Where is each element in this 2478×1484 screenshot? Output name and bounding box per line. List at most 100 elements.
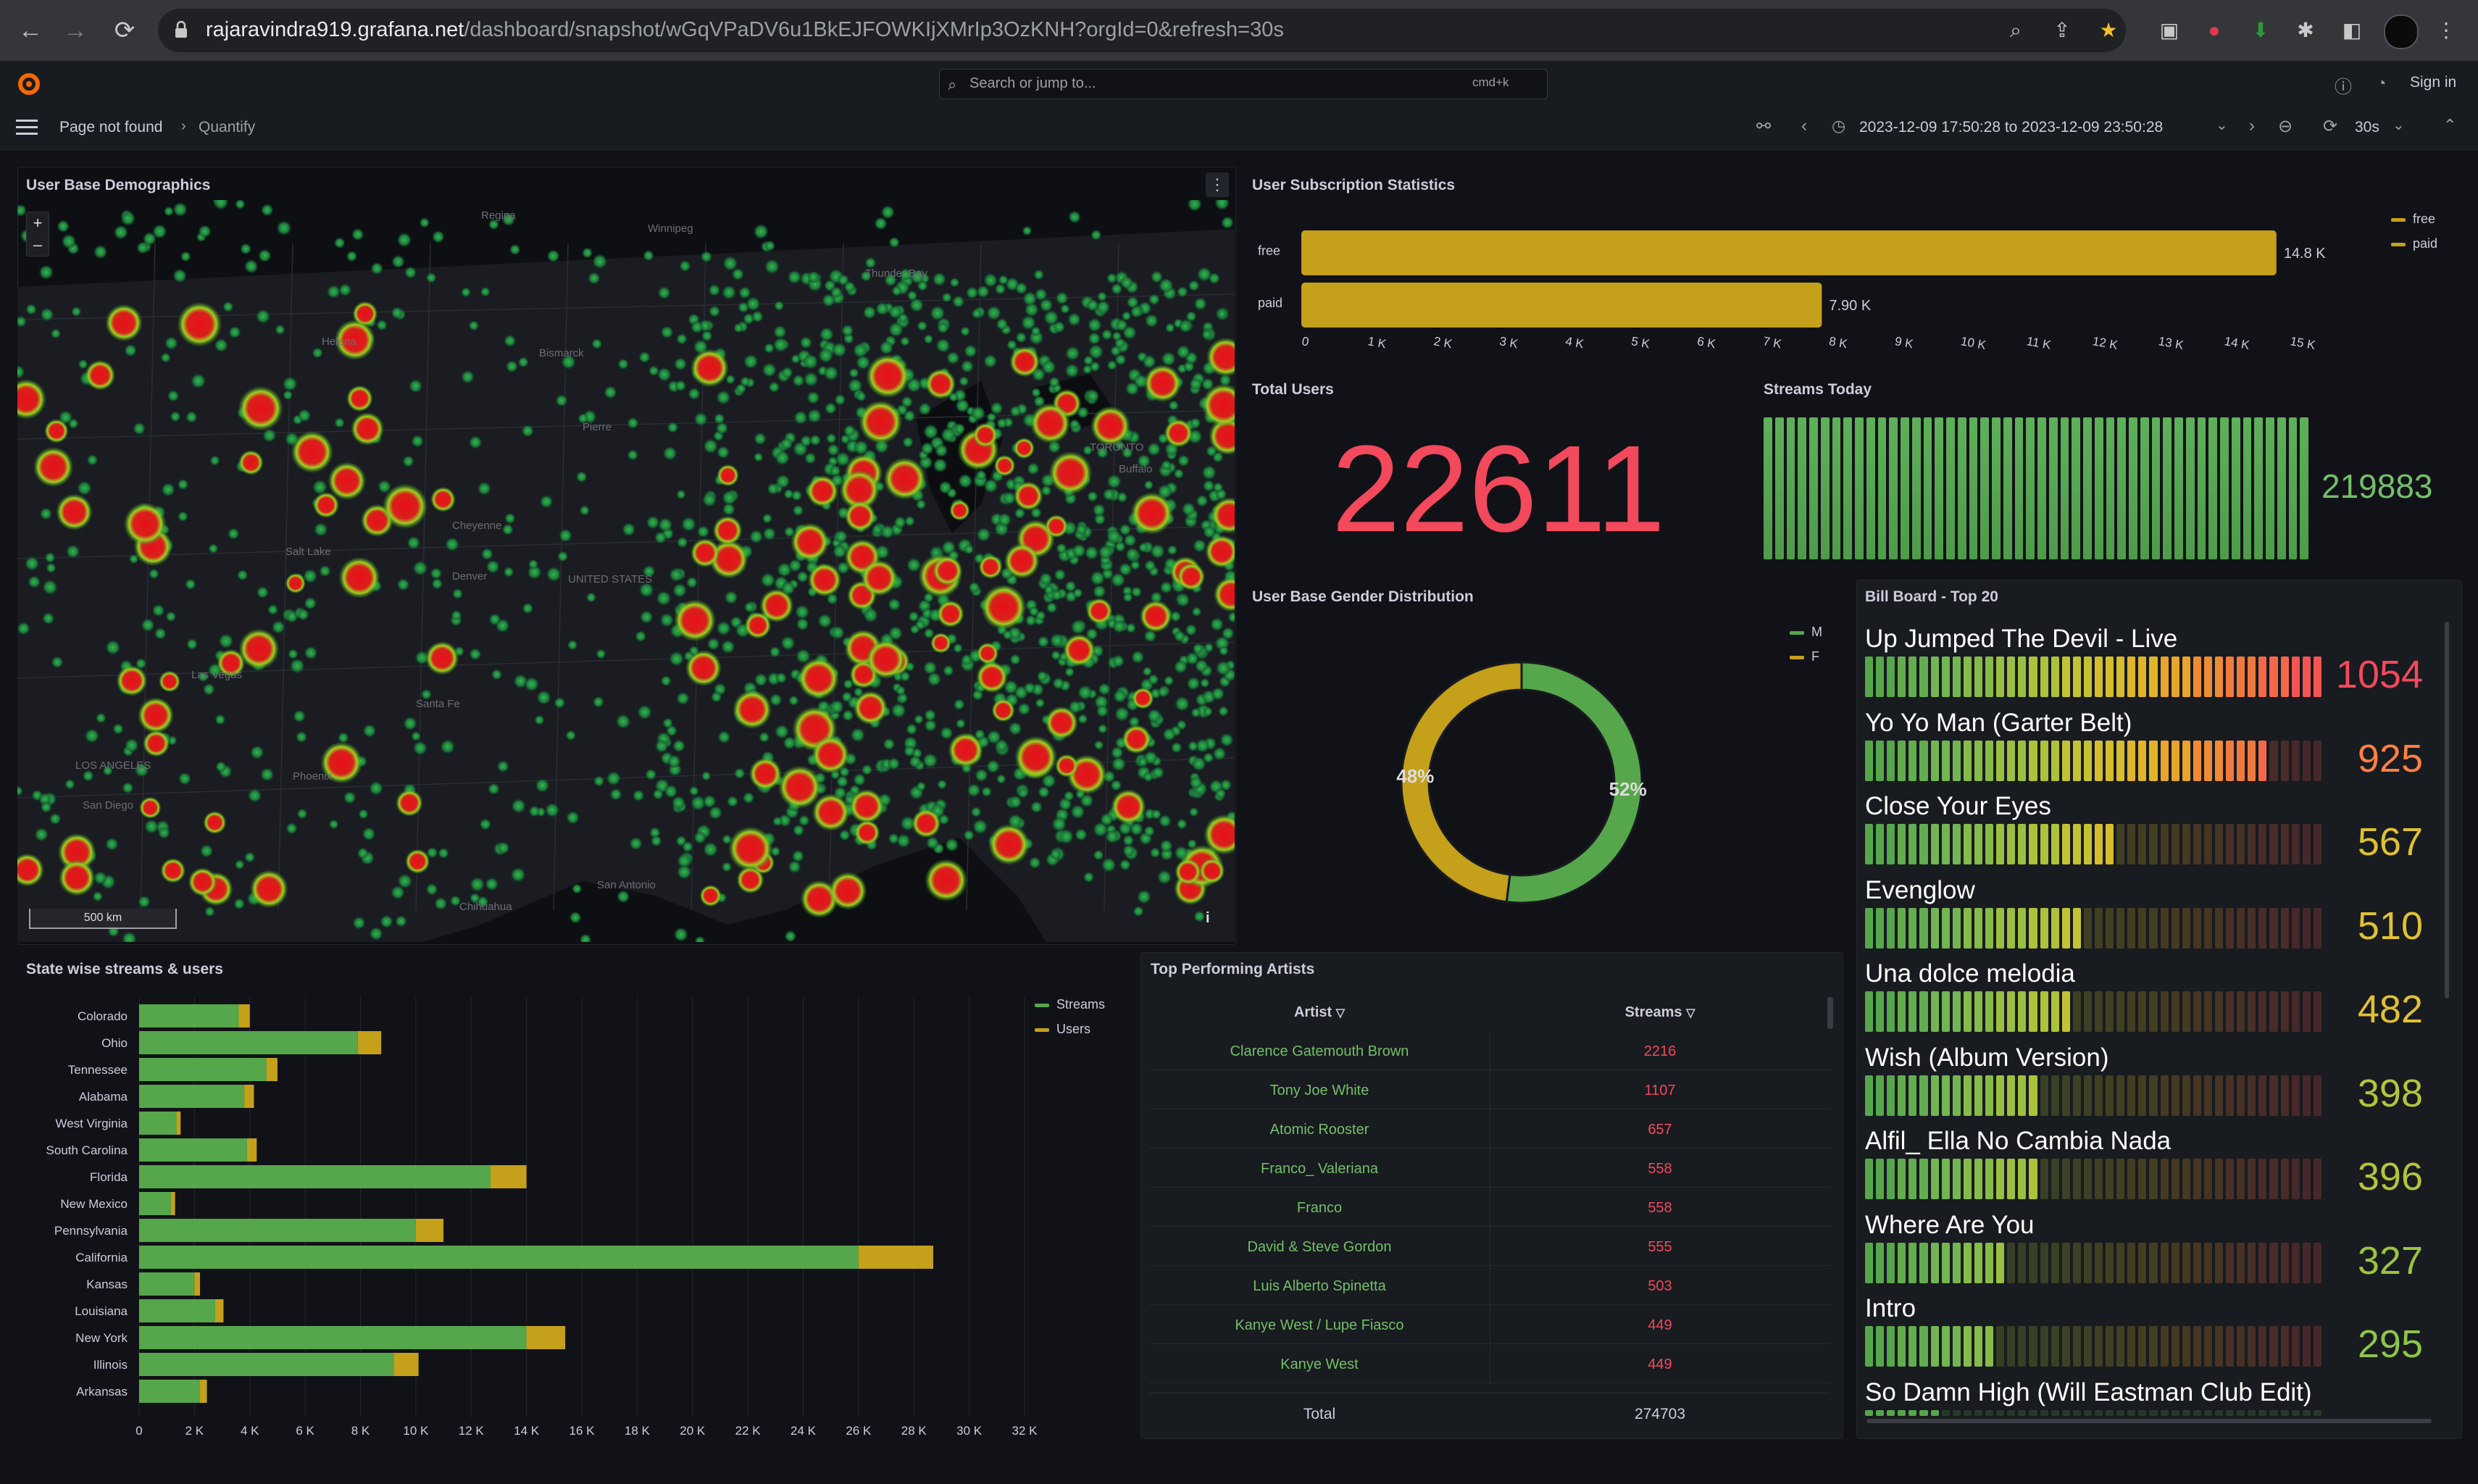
state-bar-users[interactable]	[357, 1031, 382, 1054]
gauge-segment	[2226, 991, 2235, 1032]
zoom-out-icon[interactable]: ⊖	[2278, 116, 2293, 137]
state-bar-streams[interactable]	[139, 1165, 491, 1188]
zoom-icon[interactable]: ⌕	[2001, 16, 2030, 45]
state-bar-users[interactable]	[244, 1085, 254, 1108]
state-bar-streams[interactable]	[139, 1138, 247, 1162]
profile-avatar[interactable]	[2384, 14, 2419, 49]
table-row[interactable]: Tony Joe White 1107	[1149, 1071, 1830, 1109]
state-bar-streams[interactable]	[139, 1031, 358, 1054]
billboard-scrollbar[interactable]	[2445, 622, 2449, 999]
table-row[interactable]: Franco 558	[1149, 1188, 1830, 1227]
gauge-segment	[2051, 1242, 2059, 1283]
sidepanel-icon[interactable]: ◧	[2337, 16, 2366, 45]
filter-icon[interactable]: ▽	[1686, 1007, 1695, 1020]
url-text[interactable]: rajaravindra919.grafana.net/dashboard/sn…	[206, 18, 1284, 42]
map-hotspot	[177, 301, 222, 347]
table-row[interactable]: Luis Alberto Spinetta 503	[1149, 1267, 1830, 1305]
subscription-bar-paid[interactable]	[1301, 283, 1822, 328]
time-back-icon[interactable]: ‹	[1801, 116, 1807, 136]
gauge-segment	[2072, 824, 2081, 864]
state-bar-streams[interactable]	[139, 1004, 239, 1027]
state-bar-users[interactable]	[490, 1165, 527, 1188]
zoom-out-button[interactable]: –	[27, 234, 49, 256]
zoom-in-button[interactable]: +	[27, 212, 49, 234]
state-bar-users[interactable]	[266, 1058, 278, 1081]
refresh-chevron-icon[interactable]: ⌄	[2393, 116, 2405, 134]
breadcrumb-dashboard[interactable]: Quantify	[199, 119, 255, 136]
link-icon[interactable]: ⚯	[1756, 116, 1771, 137]
column-header-artist[interactable]: Artist ▽	[1149, 1004, 1490, 1021]
subscription-bar-free[interactable]	[1301, 230, 2277, 275]
share-icon[interactable]: ⇪	[2048, 16, 2077, 45]
state-bar-users[interactable]	[215, 1299, 224, 1322]
map-info-button[interactable]: i	[1206, 910, 1210, 927]
table-row[interactable]: Atomic Rooster 657	[1149, 1110, 1830, 1149]
state-bar-streams[interactable]	[139, 1353, 394, 1376]
table-row[interactable]: Kanye West 449	[1149, 1345, 1830, 1383]
filter-icon[interactable]: ▽	[1336, 1007, 1345, 1020]
gauge-segment	[2203, 1326, 2212, 1367]
column-header-streams[interactable]: Streams ▽	[1490, 1004, 1830, 1021]
table-row[interactable]: David & Steve Gordon 555	[1149, 1227, 1830, 1266]
help-icon[interactable]: ⓘ	[2335, 72, 2352, 98]
map-point	[178, 772, 192, 785]
extension-adblock-icon[interactable]: ●	[2200, 16, 2229, 45]
map-hotspot	[285, 572, 306, 594]
sign-in-link[interactable]: Sign in	[2410, 74, 2456, 91]
forward-icon[interactable]: →	[59, 14, 91, 46]
state-bar-users[interactable]	[393, 1353, 419, 1376]
state-bar-users[interactable]	[200, 1380, 207, 1403]
map-point	[875, 301, 890, 316]
refresh-icon[interactable]: ⟳	[2323, 116, 2337, 137]
gauge-segment	[1952, 907, 1961, 949]
star-icon[interactable]: ★	[2094, 16, 2123, 45]
state-bar-streams[interactable]	[139, 1085, 245, 1108]
breadcrumb-page[interactable]: Page not found	[59, 119, 162, 136]
artists-scrollbar[interactable]	[1827, 997, 1833, 1029]
map-point	[830, 625, 846, 641]
time-forward-icon[interactable]: ›	[2249, 116, 2255, 136]
state-bar-users[interactable]	[526, 1326, 566, 1349]
panel-menu-icon[interactable]: ⋮	[1206, 172, 1229, 197]
state-bar-streams[interactable]	[139, 1272, 195, 1296]
state-bar-streams[interactable]	[139, 1192, 171, 1215]
state-bar-users[interactable]	[415, 1219, 444, 1242]
menu-icon[interactable]	[16, 117, 41, 138]
state-bar-streams[interactable]	[139, 1380, 201, 1403]
rss-icon[interactable]: ◔	[2377, 74, 2386, 93]
extension-download-icon[interactable]: ⬇	[2246, 16, 2275, 45]
state-bar-users[interactable]	[170, 1192, 175, 1215]
state-bar-users[interactable]	[176, 1112, 181, 1135]
time-range-picker[interactable]: 2023-12-09 17:50:28 to 2023-12-09 23:50:…	[1859, 119, 2163, 136]
gauge-segment	[1908, 1409, 1917, 1416]
state-bar-streams[interactable]	[139, 1299, 216, 1322]
billboard-hscrollbar[interactable]	[1866, 1419, 2432, 1423]
time-range-chevron-icon[interactable]: ⌄	[2216, 116, 2228, 134]
extensions-puzzle-icon[interactable]: ✱	[2291, 16, 2320, 45]
gauge-segment	[2269, 740, 2278, 781]
table-row[interactable]: Clarence Gatemouth Brown 2216	[1149, 1032, 1830, 1070]
gauge-segment	[2037, 417, 2046, 559]
state-bar-users[interactable]	[858, 1246, 933, 1269]
gauge-segment	[1908, 907, 1917, 949]
state-bar-users[interactable]	[194, 1272, 201, 1296]
collapse-icon[interactable]: ⌃	[2443, 116, 2456, 135]
back-icon[interactable]: ←	[14, 14, 46, 46]
state-bar-streams[interactable]	[139, 1219, 416, 1242]
reload-icon[interactable]: ⟳	[109, 14, 141, 46]
table-row[interactable]: Kanye West / Lupe Fiasco 449	[1149, 1306, 1830, 1344]
state-bar-streams[interactable]	[139, 1326, 527, 1349]
state-bar-streams[interactable]	[139, 1112, 177, 1135]
grafana-logo-icon[interactable]	[14, 70, 43, 99]
refresh-interval[interactable]: 30s	[2355, 119, 2379, 136]
table-row[interactable]: Franco_ Valeriana 558	[1149, 1149, 1830, 1188]
state-bar-users[interactable]	[246, 1138, 257, 1162]
map-hotspot	[728, 826, 773, 872]
heatmap-map[interactable]: Winnipeg Regina Thunder Bay Helena Bismarck P…	[17, 200, 1235, 942]
menu-kebab-icon[interactable]: ⋮	[2432, 16, 2461, 45]
state-bar-users[interactable]	[238, 1004, 250, 1027]
state-bar-streams[interactable]	[139, 1058, 267, 1081]
map-place-label: Santa Fe	[416, 698, 460, 710]
state-bar-streams[interactable]	[139, 1246, 859, 1269]
extension-window-icon[interactable]: ▣	[2155, 16, 2184, 45]
